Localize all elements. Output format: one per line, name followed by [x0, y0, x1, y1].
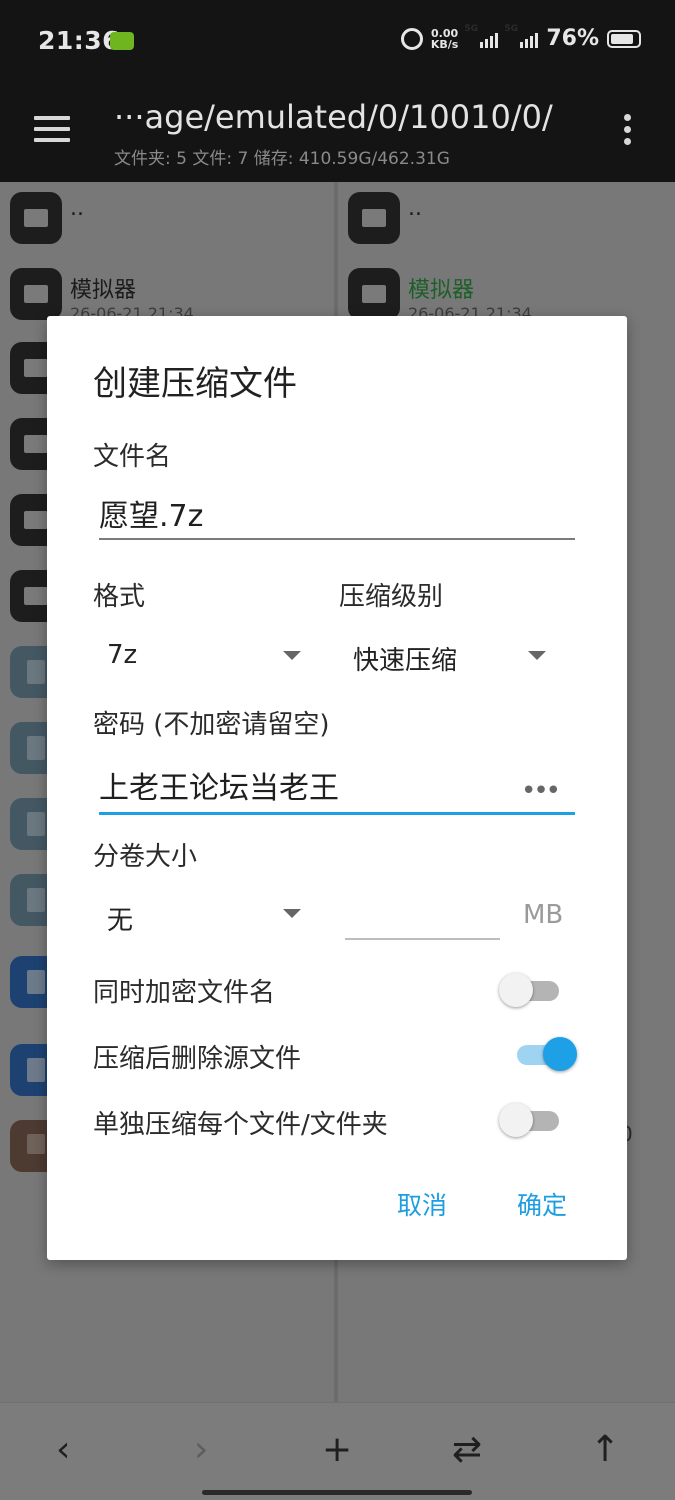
format-label: 格式 [93, 582, 146, 612]
split-size-input[interactable] [345, 896, 499, 936]
bottom-toolbar: ‹ › + ⇄ ↑ [0, 1402, 675, 1500]
app-notification-icon [110, 32, 134, 50]
delete-source-toggle[interactable] [513, 1034, 577, 1074]
file-name: .. [70, 196, 84, 221]
alarm-icon [400, 27, 423, 50]
file-name: .. [408, 196, 422, 221]
list-item[interactable]: .. [348, 192, 658, 252]
signal-icon-sim2: 5G [504, 24, 539, 48]
create-archive-dialog: 创建压缩文件 文件名 格式 压缩级别 7z 快速压缩 密码 (不加密请留空) •… [47, 316, 627, 1260]
split-size-label: 分卷大小 [93, 842, 198, 872]
network-speed-unit: KB/s [430, 37, 459, 51]
folder-icon [348, 192, 400, 244]
signal-icon-sim1: 5G [464, 24, 499, 48]
file-name: 模拟器 [70, 278, 137, 303]
status-time: 21:36 [38, 26, 121, 55]
password-input[interactable] [99, 762, 509, 808]
separate-archives-toggle[interactable] [499, 1100, 563, 1140]
battery-level: 76% [546, 26, 599, 51]
home-indicator[interactable] [202, 1490, 472, 1495]
filename-input[interactable] [99, 490, 569, 536]
filename-label: 文件名 [93, 442, 172, 472]
compression-level-value: 快速压缩 [353, 646, 458, 676]
folder-icon [10, 268, 62, 320]
menu-icon[interactable] [34, 116, 70, 142]
more-options-icon[interactable] [624, 114, 634, 148]
current-path[interactable]: ···age/emulated/0/10010/0/ [114, 98, 553, 136]
dialog-title: 创建压缩文件 [93, 364, 297, 404]
separate-archives-label: 单独压缩每个文件/文件夹 [93, 1110, 388, 1140]
app-toolbar: ···age/emulated/0/10010/0/ 文件夹: 5 文件: 7 … [0, 84, 675, 182]
cancel-button[interactable]: 取消 [397, 1186, 447, 1222]
filename-underline [99, 538, 575, 540]
password-label: 密码 (不加密请留空) [93, 710, 330, 740]
password-visibility-icon[interactable]: ••• [521, 776, 561, 806]
split-size-unit: MB [523, 900, 564, 930]
network-speed: 0.00 KB/s [431, 28, 458, 50]
path-info: 文件夹: 5 文件: 7 储存: 410.59G/462.31G [114, 149, 450, 169]
chevron-down-icon [283, 909, 301, 918]
status-indicators: 0.00 KB/s 5G 5G 76% [400, 24, 641, 51]
battery-icon [607, 29, 641, 48]
encrypt-names-toggle[interactable] [499, 970, 563, 1010]
sim2-label: 5G [504, 23, 518, 34]
forward-icon[interactable]: › [194, 1429, 208, 1470]
add-icon[interactable]: + [322, 1429, 352, 1470]
password-underline [99, 812, 575, 815]
compression-level-label: 压缩级别 [339, 582, 444, 612]
folder-icon [10, 192, 62, 244]
status-bar: 21:36 0.00 KB/s 5G 5G 76% [0, 0, 675, 84]
up-directory-icon[interactable]: ↑ [590, 1429, 620, 1470]
list-item[interactable]: .. [10, 192, 320, 252]
sim1-label: 5G [464, 23, 478, 34]
format-value: 7z [107, 640, 138, 670]
chevron-down-icon [528, 651, 546, 660]
chevron-down-icon [283, 651, 301, 660]
split-size-underline [345, 938, 500, 940]
folder-icon [348, 268, 400, 320]
file-name: 模拟器 [408, 278, 475, 303]
delete-source-label: 压缩后删除源文件 [93, 1044, 302, 1074]
swap-panes-icon[interactable]: ⇄ [452, 1429, 482, 1470]
back-icon[interactable]: ‹ [56, 1429, 70, 1470]
encrypt-names-label: 同时加密文件名 [93, 978, 276, 1008]
confirm-button[interactable]: 确定 [517, 1186, 567, 1222]
split-size-value: 无 [107, 906, 134, 936]
